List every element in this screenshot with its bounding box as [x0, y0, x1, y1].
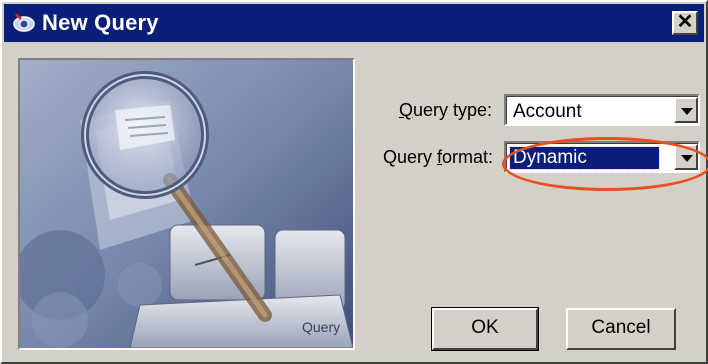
- query-type-label: Query type:: [399, 100, 493, 120]
- query-type-dropdown-button[interactable]: [674, 97, 698, 123]
- query-key-label: Query: [302, 319, 340, 335]
- query-format-dropdown-button[interactable]: [674, 144, 698, 170]
- close-icon: ✕: [676, 11, 694, 33]
- window-title: New Query: [42, 10, 159, 35]
- chevron-down-icon: [681, 108, 693, 115]
- query-format-value: Dynamic: [509, 146, 660, 170]
- new-query-dialog: New Query ✕ Query Query type: Account Qu…: [0, 0, 708, 364]
- query-illustration: Query: [18, 58, 355, 350]
- magnifier-illustration: Query: [20, 60, 353, 348]
- query-type-select[interactable]: Account: [504, 94, 700, 126]
- ok-button[interactable]: OK: [431, 307, 539, 351]
- close-button[interactable]: ✕: [672, 11, 698, 35]
- query-format-select[interactable]: Dynamic: [504, 141, 700, 173]
- query-format-label: Query format:: [383, 147, 494, 167]
- cancel-button[interactable]: Cancel: [566, 308, 676, 350]
- app-query-icon: [13, 13, 35, 32]
- query-type-value: Account: [513, 101, 582, 122]
- title-bar[interactable]: New Query ✕: [4, 4, 704, 42]
- chevron-down-icon: [681, 155, 693, 162]
